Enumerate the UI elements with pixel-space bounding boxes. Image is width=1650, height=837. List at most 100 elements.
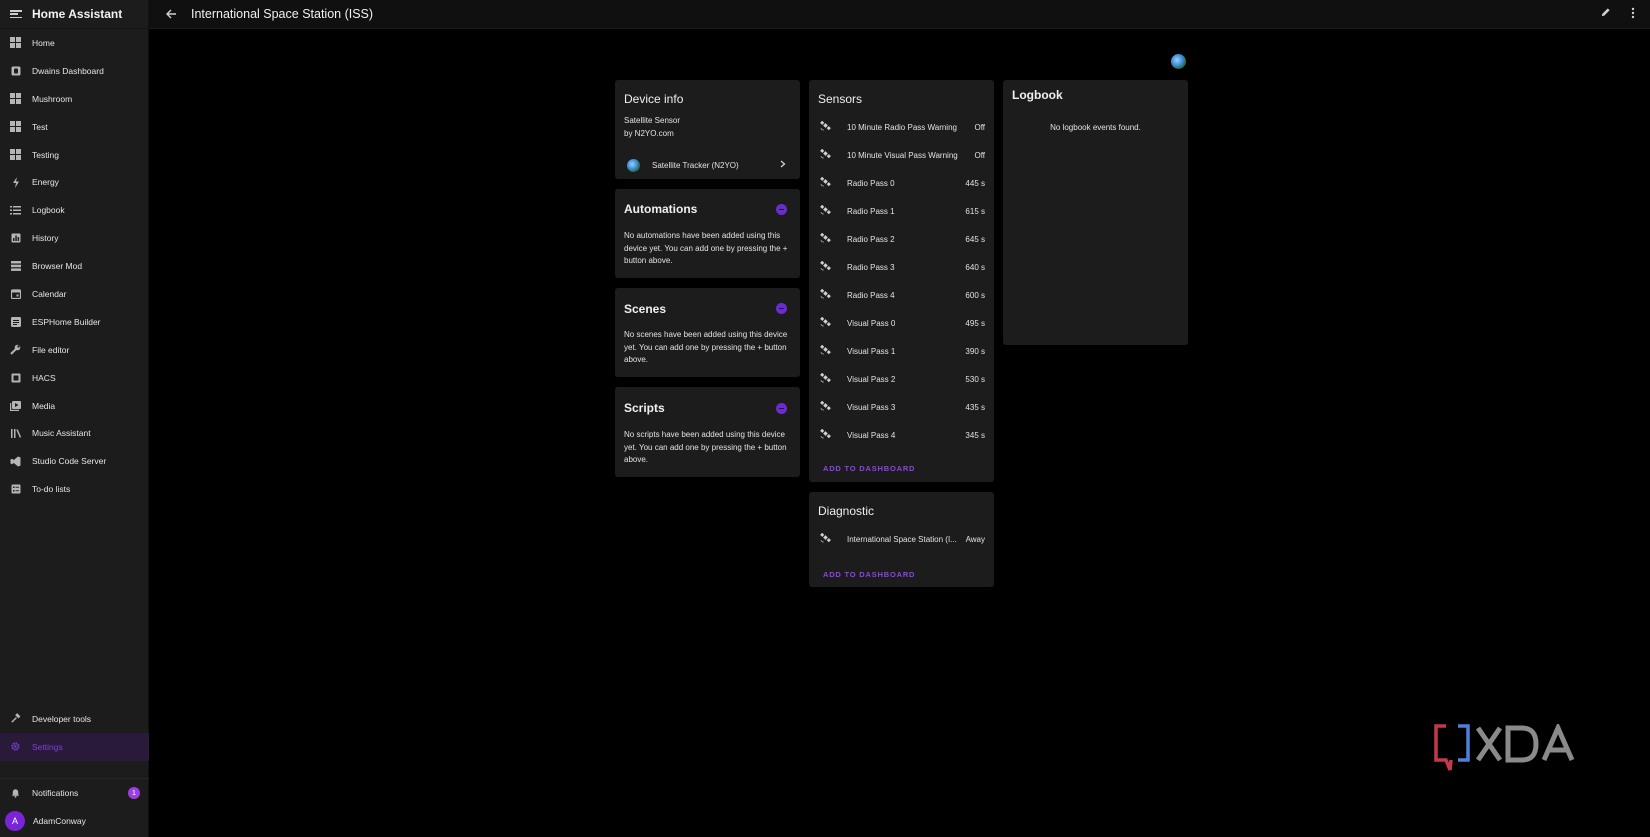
sidebar-item-home[interactable]: Home xyxy=(0,29,148,57)
entity-state: 640 s xyxy=(965,262,985,272)
entity-row[interactable]: Visual Pass 4 345 s xyxy=(809,421,994,449)
entity-state: 435 s xyxy=(965,402,985,412)
sidebar-item-label: AdamConway xyxy=(33,815,86,826)
sidebar-item-label: Test xyxy=(32,121,48,132)
sidebar-item-music-assistant[interactable]: Music Assistant xyxy=(0,419,148,447)
device-model: Satellite Sensor xyxy=(624,116,681,125)
sensors-card: Sensors ADD TO DASHBOARD 10 Minute Radio… xyxy=(809,80,994,482)
sidebar-item-mushroom[interactable]: Mushroom xyxy=(0,85,148,113)
sidebar-item-testing[interactable]: Testing xyxy=(0,141,148,169)
sidebar-item-label: File editor xyxy=(32,344,70,355)
entity-name: Visual Pass 1 xyxy=(847,346,896,356)
dashboard-icon xyxy=(10,121,21,133)
satellite-icon xyxy=(819,428,831,442)
satellite-icon xyxy=(819,400,831,414)
sidebar-item-studio-code-server[interactable]: Studio Code Server xyxy=(0,447,148,475)
sidebar-bottom: Developer tools Settings xyxy=(0,705,149,761)
entity-name: Radio Pass 1 xyxy=(847,206,895,216)
gear-icon xyxy=(10,741,21,752)
pencil-icon[interactable] xyxy=(1598,7,1612,21)
automations-empty-text: No automations have been added using thi… xyxy=(624,231,788,266)
satellite-icon xyxy=(819,148,831,162)
sidebar-item-history[interactable]: History xyxy=(0,224,148,252)
sidebar-header: Home Assistant xyxy=(0,0,148,29)
entity-row[interactable]: Visual Pass 2 530 s xyxy=(809,365,994,393)
sidebar-item-hacs[interactable]: HACS xyxy=(0,364,148,392)
automations-card: Automations No automations have been add… xyxy=(615,189,800,278)
add-script-button[interactable] xyxy=(776,403,787,414)
calendar-icon xyxy=(10,288,21,299)
entity-row[interactable]: 10 Minute Radio Pass Warning Off xyxy=(809,113,994,141)
entity-row[interactable]: International Space Station (I... Away xyxy=(809,525,994,553)
menu-icon[interactable] xyxy=(10,8,22,20)
integration-link[interactable]: Satellite Tracker (N2YO) xyxy=(615,151,800,179)
add-scene-button[interactable] xyxy=(776,303,787,314)
entity-name: International Space Station (I... xyxy=(847,534,957,544)
entity-row[interactable]: Visual Pass 0 495 s xyxy=(809,309,994,337)
scripts-empty-text: No scripts have been added using this de… xyxy=(624,430,787,465)
sidebar-item-logbook[interactable]: Logbook xyxy=(0,196,148,224)
sensors-title: Sensors xyxy=(818,92,863,106)
entity-row[interactable]: Radio Pass 2 645 s xyxy=(809,225,994,253)
entity-name: Radio Pass 4 xyxy=(847,290,895,300)
sidebar-item-browser-mod[interactable]: Browser Mod xyxy=(0,252,148,280)
arrow-left-icon[interactable] xyxy=(163,6,179,22)
lightning-icon xyxy=(10,176,21,188)
entity-row[interactable]: Radio Pass 1 615 s xyxy=(809,197,994,225)
sidebar-item-label: Settings xyxy=(32,741,63,752)
dashboard-icon xyxy=(10,93,21,105)
sidebar-item-energy[interactable]: Energy xyxy=(0,168,148,196)
sidebar-item-profile[interactable]: A AdamConway xyxy=(0,807,149,835)
scripts-title: Scripts xyxy=(624,401,665,415)
sidebar-item-label: Music Assistant xyxy=(32,428,91,439)
logbook-card: Logbook No logbook events found. xyxy=(1003,80,1188,345)
entity-row[interactable]: Radio Pass 0 445 s xyxy=(809,169,994,197)
dashboard-icon xyxy=(10,37,21,49)
sidebar-item-developer-tools[interactable]: Developer tools xyxy=(0,705,149,733)
sidebar-item-notifications[interactable]: Notifications 1 xyxy=(0,779,149,807)
entity-name: Radio Pass 0 xyxy=(847,178,895,188)
sidebar-item-label: Testing xyxy=(32,149,59,160)
satellite-icon xyxy=(819,176,831,190)
device-picture-icon xyxy=(1171,54,1186,69)
sidebar-item-esphome-builder[interactable]: ESPHome Builder xyxy=(0,308,148,336)
entity-name: Visual Pass 2 xyxy=(847,374,896,384)
entity-row[interactable]: Visual Pass 3 435 s xyxy=(809,393,994,421)
diagnostic-add-to-dashboard-button[interactable]: ADD TO DASHBOARD xyxy=(823,570,915,579)
chart-icon xyxy=(10,233,21,244)
sensors-add-to-dashboard-button[interactable]: ADD TO DASHBOARD xyxy=(823,464,915,473)
sidebar-item-test[interactable]: Test xyxy=(0,113,148,141)
satellite-icon xyxy=(819,344,831,358)
sidebar-item-calendar[interactable]: Calendar xyxy=(0,280,148,308)
chevron-right-icon xyxy=(780,160,786,170)
sidebar-item-label: Browser Mod xyxy=(32,261,83,272)
scripts-card: Scripts No scripts have been added using… xyxy=(615,387,800,477)
entity-row[interactable]: 10 Minute Visual Pass Warning Off xyxy=(809,141,994,169)
sidebar: Home Assistant Home Dwains Dashboard Mushr… xyxy=(0,0,149,837)
sidebar-item-label: Logbook xyxy=(32,205,65,216)
page-title: International Space Station (ISS) xyxy=(191,7,374,21)
sidebar-item-label: HACS xyxy=(32,372,56,383)
add-automation-button[interactable] xyxy=(776,204,787,215)
sidebar-item-settings[interactable]: Settings xyxy=(0,732,149,761)
entity-name: Radio Pass 2 xyxy=(847,234,895,244)
sidebar-item-dwains-dashboard[interactable]: Dwains Dashboard xyxy=(0,57,148,85)
sidebar-item-media[interactable]: Media xyxy=(0,392,148,420)
avatar: A xyxy=(5,810,25,831)
entity-row[interactable]: Visual Pass 1 390 s xyxy=(809,337,994,365)
sidebar-item-label: Calendar xyxy=(32,288,67,299)
entity-state: 390 s xyxy=(965,346,985,356)
satellite-icon xyxy=(819,232,831,246)
entity-row[interactable]: Radio Pass 4 600 s xyxy=(809,281,994,309)
sidebar-footer: Notifications 1 A AdamConway xyxy=(0,778,149,835)
entity-name: 10 Minute Visual Pass Warning xyxy=(847,150,958,160)
sidebar-item-label: Mushroom xyxy=(32,93,73,104)
entity-state: 445 s xyxy=(965,178,985,188)
sidebar-item-file-editor[interactable]: File editor xyxy=(0,336,148,364)
more-vertical-icon[interactable] xyxy=(1626,7,1640,22)
entity-name: Radio Pass 3 xyxy=(847,262,895,272)
sidebar-item-to-do-lists[interactable]: To-do lists xyxy=(0,475,148,503)
vscode-icon xyxy=(10,456,21,467)
entity-row[interactable]: Radio Pass 3 640 s xyxy=(809,253,994,281)
logbook-title: Logbook xyxy=(1012,88,1063,102)
